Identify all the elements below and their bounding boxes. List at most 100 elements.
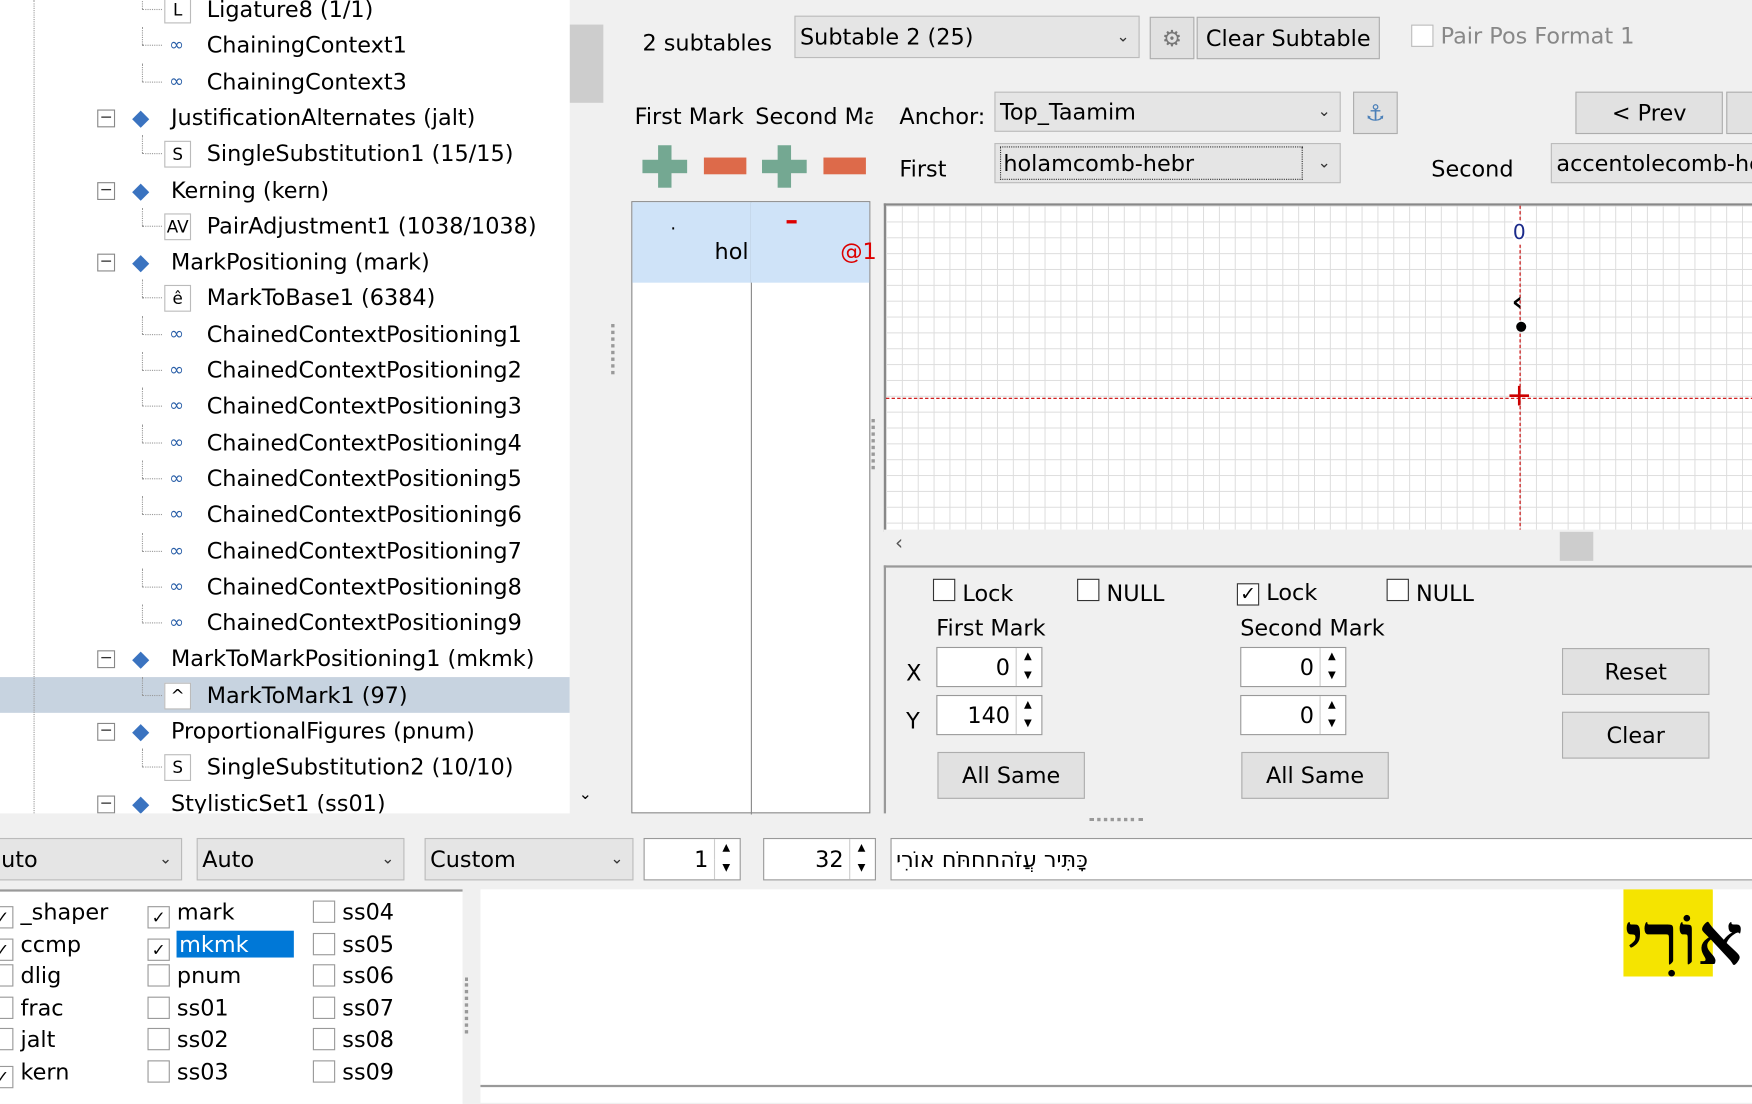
second-x-stepper[interactable]: 0 ▲ ▼ [1240, 646, 1347, 688]
collapse-icon[interactable]: − [97, 795, 116, 813]
tree-item[interactable]: ∞ ChainedContextPositioning4 [0, 424, 570, 460]
feature-checkbox-ss03[interactable]: ss03 [147, 1058, 229, 1085]
canvas-scrollbar-thumb[interactable] [1559, 531, 1594, 561]
collapse-icon[interactable]: − [97, 109, 116, 128]
spin-up-icon[interactable]: ▲ [849, 839, 872, 860]
spin-up-icon[interactable]: ▲ [1015, 696, 1039, 716]
splitter-handle[interactable] [611, 324, 615, 375]
feature-checkbox-pnum[interactable]: pnum [147, 962, 241, 989]
tree-item[interactable]: ê MarkToBase1 (6384) [0, 279, 570, 316]
pair-pos-format-checkbox[interactable]: Pair Pos Format 1 [1411, 22, 1634, 49]
subtable-select[interactable]: Subtable 2 (25) ⌄ [794, 15, 1140, 59]
first-x-stepper[interactable]: 0 ▲ ▼ [936, 646, 1043, 688]
feature-checkbox-frac[interactable]: frac [0, 994, 64, 1021]
clear-subtable-button[interactable]: Clear Subtable [1196, 16, 1380, 60]
first-null-checkbox[interactable]: NULL [1077, 578, 1165, 607]
canvas-scrollbar[interactable]: ‹ [883, 529, 1752, 564]
splitter-handle[interactable] [871, 418, 875, 470]
scroll-left-icon[interactable]: ‹ [895, 532, 903, 555]
anchor-canvas[interactable]: 0 ‹ + [883, 203, 1752, 532]
lookup-tree[interactable]: L Ligature8 (1/1) ∞ ChainingContext1 ∞ Chaini… [0, 0, 570, 814]
add-second-mark-button[interactable] [761, 145, 807, 188]
tree-item[interactable]: ∞ ChainedContextPositioning6 [0, 496, 570, 532]
size-stepper[interactable]: 32 ▲ ▼ [763, 837, 876, 881]
tree-item[interactable]: − ◆ MarkPositioning (mark) [0, 244, 570, 280]
feature-checkbox-kern[interactable]: ✓ kern [0, 1058, 69, 1089]
spin-up-icon[interactable]: ▲ [713, 839, 737, 860]
spin-down-icon[interactable]: ▼ [1319, 715, 1343, 735]
prev-button[interactable]: < Prev [1575, 91, 1723, 135]
remove-second-mark-button[interactable] [823, 157, 866, 175]
feature-checkbox-ss08[interactable]: ss08 [312, 1026, 394, 1053]
first-lock-checkbox[interactable]: Lock [932, 578, 1013, 607]
anchor-point-icon[interactable]: + [1506, 379, 1532, 411]
tree-item[interactable]: − ◆ StylisticSet1 (ss01) [0, 785, 570, 813]
next-button[interactable] [1726, 91, 1752, 135]
feature-list[interactable]: ✓ _shaper✓ ccmp dlig frac jalt✓ kern✓ ma… [0, 889, 463, 1104]
tree-item[interactable]: S SingleSubstitution2 (10/10) [0, 748, 570, 785]
anchor-select[interactable]: Top_Taamim ⌄ [994, 91, 1341, 132]
splitter-handle[interactable] [1089, 817, 1143, 822]
collapse-icon[interactable]: − [97, 722, 116, 741]
tree-item[interactable]: − ◆ JustificationAlternates (jalt) [0, 99, 570, 135]
tree-item[interactable]: L Ligature8 (1/1) [0, 0, 570, 27]
tree-item[interactable]: ∞ ChainedContextPositioning3 [0, 388, 570, 424]
feature-checkbox-mkmk[interactable]: ✓ mkmk [147, 930, 294, 961]
spin-down-icon[interactable]: ▼ [713, 859, 737, 880]
feature-checkbox-ss07[interactable]: ss07 [312, 994, 394, 1021]
feature-checkbox-ccmp[interactable]: ✓ ccmp [0, 930, 81, 961]
tree-item[interactable]: − ◆ Kerning (kern) [0, 172, 570, 208]
gear-icon[interactable]: ⚙ [1149, 16, 1195, 60]
second-lock-checkbox[interactable]: ✓ Lock [1236, 579, 1317, 606]
feature-checkbox-ss05[interactable]: ss05 [312, 930, 394, 957]
tree-scrollbar[interactable] [569, 0, 604, 814]
tree-item[interactable]: ∞ ChainedContextPositioning1 [0, 315, 570, 352]
script-select[interactable]: uto ⌄ [0, 837, 183, 881]
spin-down-icon[interactable]: ▼ [1015, 715, 1039, 735]
feature-checkbox-ss06[interactable]: ss06 [312, 962, 394, 989]
language-select[interactable]: Auto ⌄ [196, 837, 405, 881]
tree-scrollbar-thumb[interactable] [569, 24, 604, 103]
second-y-stepper[interactable]: 0 ▲ ▼ [1240, 694, 1347, 736]
mark-list[interactable]: · hol @1 [631, 201, 877, 815]
anchor-icon[interactable]: ⚓ [1353, 91, 1398, 135]
feature-checkbox-mark[interactable]: ✓ mark [147, 898, 235, 929]
tree-item[interactable]: ∞ ChainingContext1 [0, 27, 570, 63]
tree-item[interactable]: ∞ ChainedContextPositioning8 [0, 568, 570, 604]
spin-down-icon[interactable]: ▼ [1319, 667, 1343, 687]
second-null-checkbox[interactable]: NULL [1386, 578, 1474, 607]
tree-item[interactable]: ∞ ChainedContextPositioning9 [0, 604, 570, 641]
second-all-same-button[interactable]: All Same [1241, 751, 1389, 799]
clear-button[interactable]: Clear [1561, 711, 1710, 759]
spin-up-icon[interactable]: ▲ [1015, 648, 1039, 668]
feature-checkbox-_shaper[interactable]: ✓ _shaper [0, 898, 108, 929]
first-mark-cell[interactable]: · hol [632, 202, 752, 283]
tree-item[interactable]: − ◆ ProportionalFigures (pnum) [0, 713, 570, 749]
second-mark-cell[interactable]: @1 [750, 202, 877, 283]
feature-checkbox-ss02[interactable]: ss02 [147, 1026, 229, 1053]
spin-up-icon[interactable]: ▲ [1319, 648, 1343, 668]
feature-checkbox-jalt[interactable]: jalt [0, 1026, 55, 1053]
reset-button[interactable]: Reset [1561, 648, 1710, 695]
tree-item[interactable]: ∞ ChainedContextPositioning7 [0, 532, 570, 568]
collapse-icon[interactable]: − [97, 181, 116, 200]
tree-item[interactable]: AV PairAdjustment1 (1038/1038) [0, 207, 570, 244]
first-y-stepper[interactable]: 140 ▲ ▼ [936, 694, 1043, 736]
spin-down-icon[interactable]: ▼ [849, 859, 872, 880]
spin-up-icon[interactable]: ▲ [1319, 696, 1343, 716]
collapse-icon[interactable]: − [97, 651, 116, 669]
remove-first-mark-button[interactable] [703, 157, 747, 175]
feature-checkbox-ss09[interactable]: ss09 [312, 1058, 394, 1085]
glyph-preview-area[interactable]: אוֹרִי [480, 889, 1752, 1085]
tree-item[interactable]: ∞ ChainedContextPositioning2 [0, 351, 570, 388]
add-first-mark-button[interactable] [642, 145, 688, 188]
tree-item[interactable]: S SingleSubstitution1 (15/15) [0, 135, 570, 171]
mode-select[interactable]: Custom ⌄ [424, 837, 634, 881]
scroll-down-icon[interactable]: ⌄ [579, 785, 592, 803]
feature-checkbox-ss01[interactable]: ss01 [147, 994, 229, 1021]
second-glyph-select[interactable]: accentolecomb-he [1550, 143, 1752, 184]
tree-item[interactable]: ^ MarkToMark1 (97) [0, 676, 570, 713]
spin-down-icon[interactable]: ▼ [1015, 667, 1039, 687]
count-stepper[interactable]: 1 ▲ ▼ [643, 837, 741, 881]
sample-text-input[interactable]: כָּתִּיר עֲזֹהחחחֹּח אוֹרִי [890, 837, 1752, 881]
